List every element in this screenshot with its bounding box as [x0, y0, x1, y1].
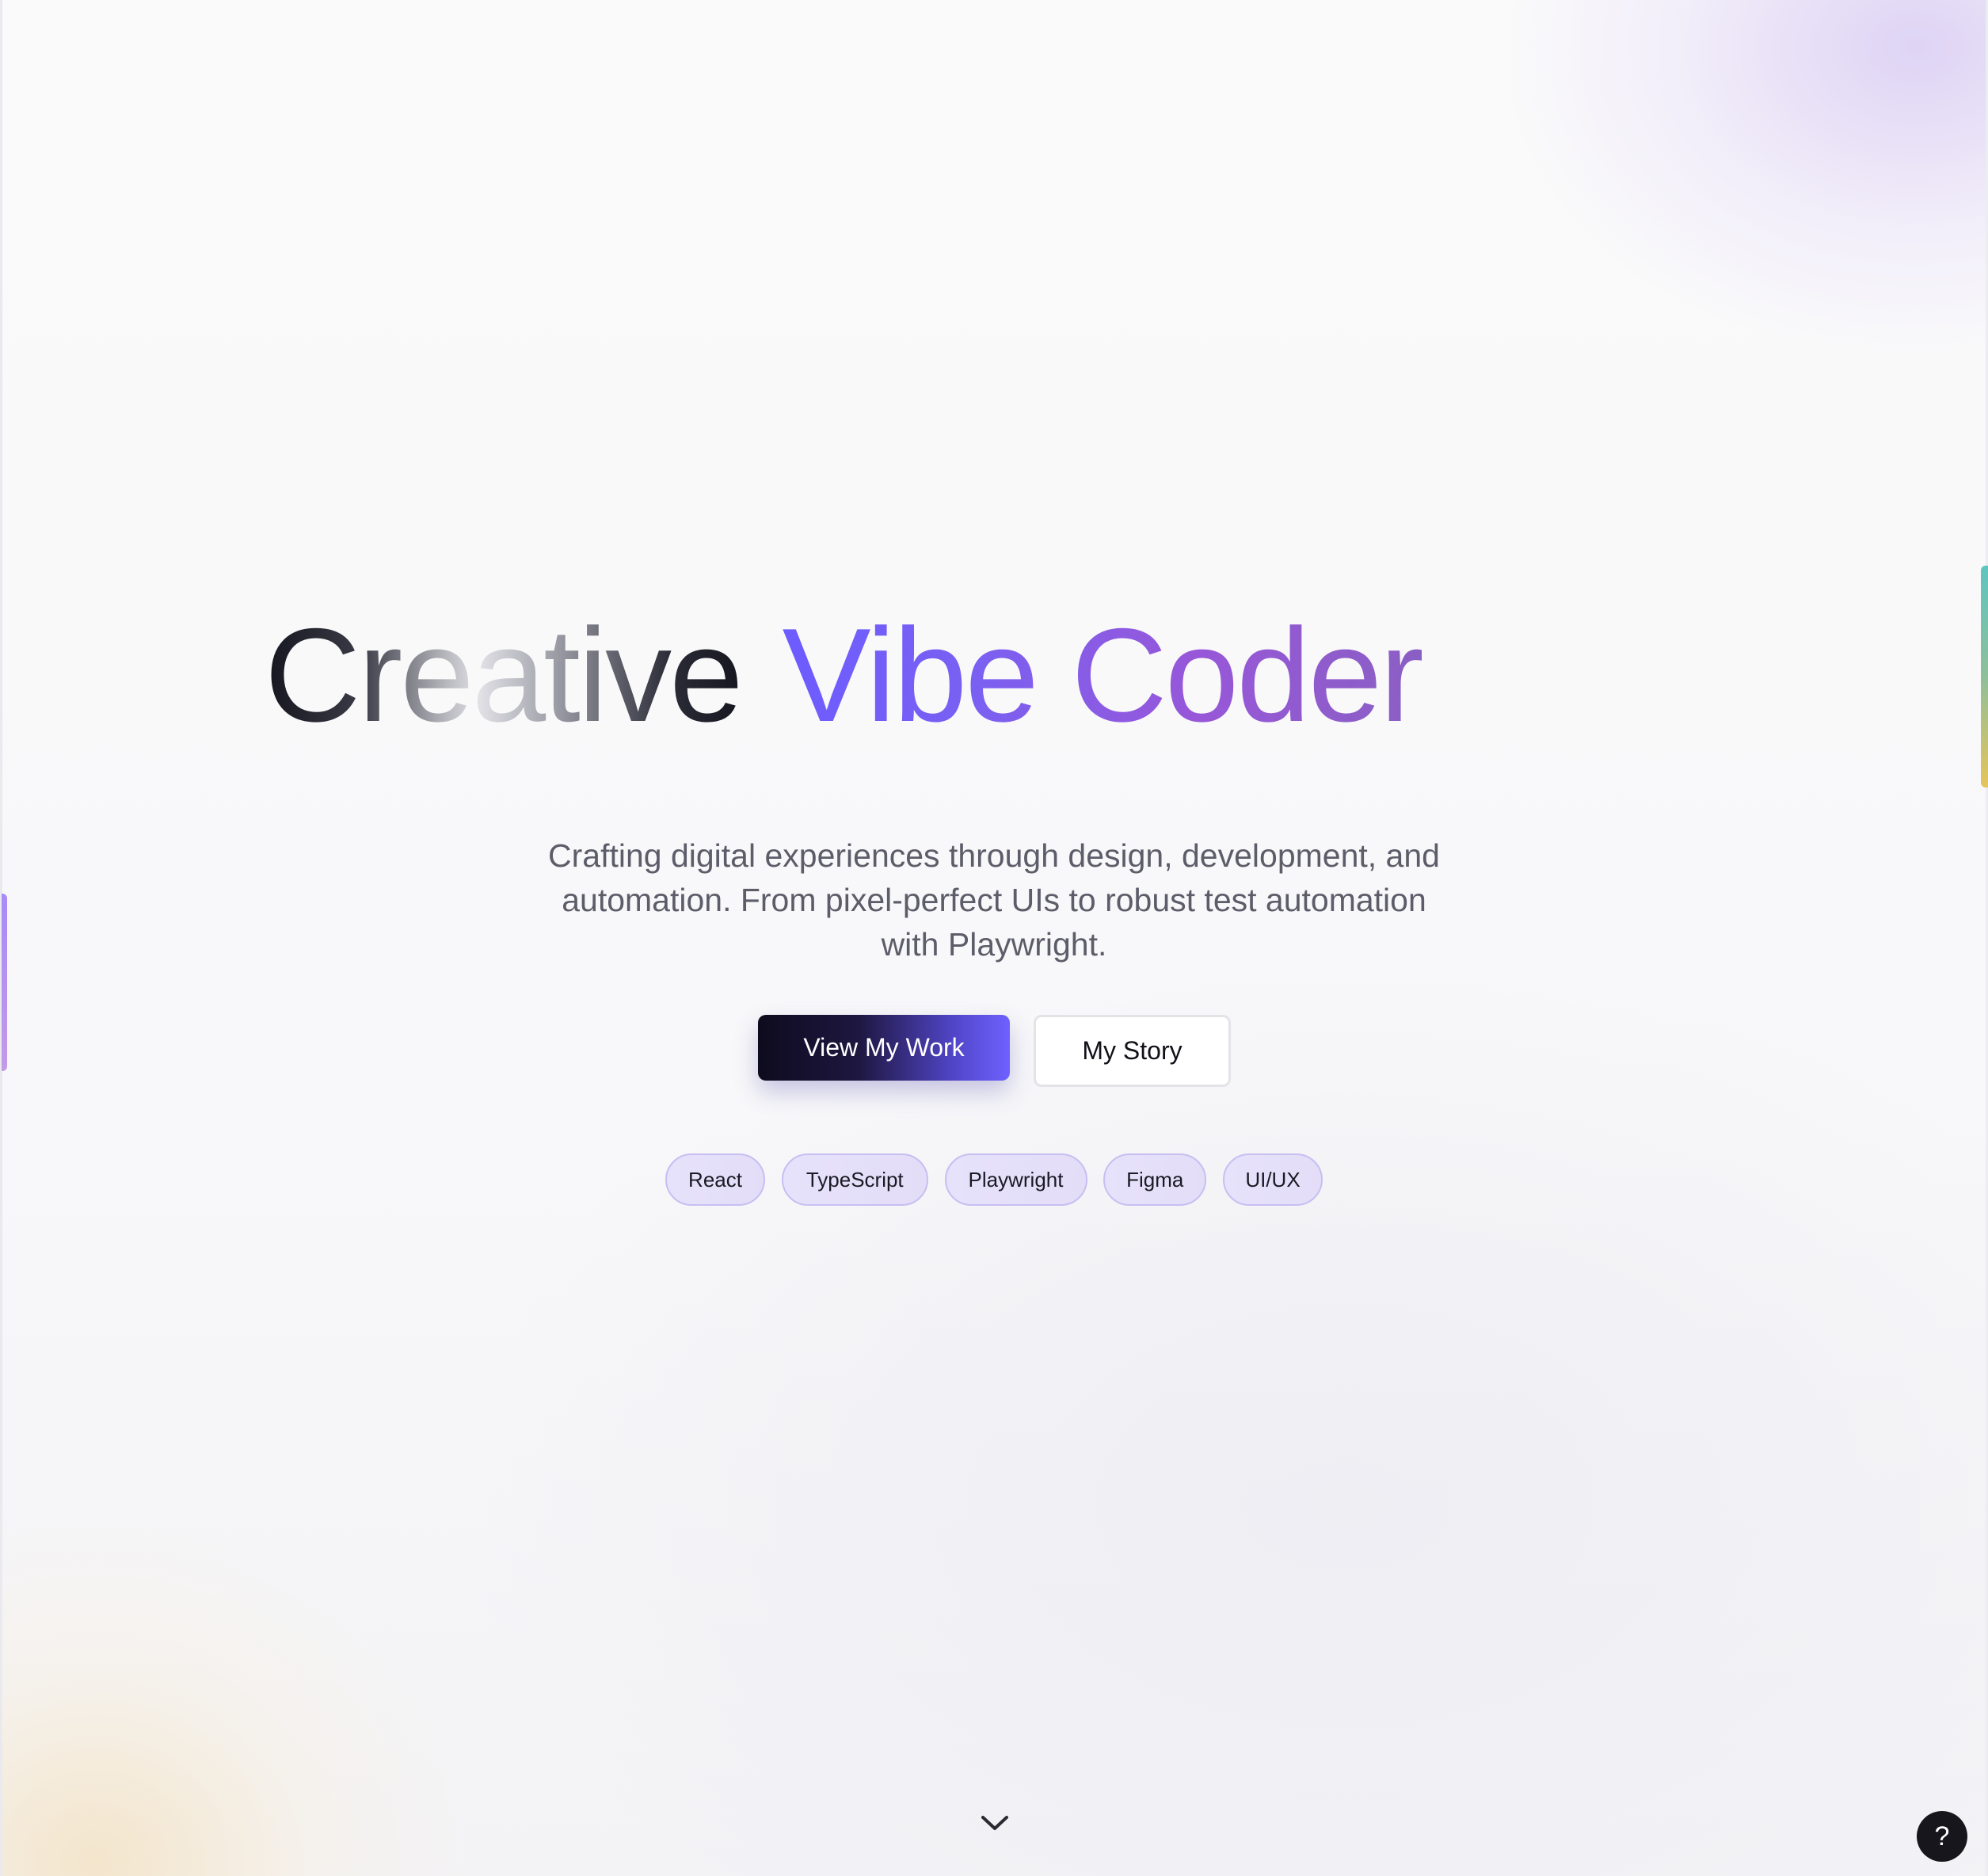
chevron-down-icon-svg: [981, 1816, 1008, 1830]
tag-figma: Figma: [1103, 1153, 1207, 1206]
tag-ui-ux: UI/UX: [1223, 1153, 1323, 1206]
help-button[interactable]: ?: [1917, 1811, 1967, 1862]
left-side-accent-bar: [2, 894, 7, 1071]
hero-title-vibe-coder: Vibe Coder: [782, 601, 1424, 749]
tag-typescript: TypeScript: [781, 1153, 928, 1206]
hero-title-creative: Creative: [265, 601, 744, 749]
my-story-button[interactable]: My Story: [1034, 1015, 1231, 1087]
tag-playwright: Playwright: [944, 1153, 1087, 1206]
hero-title: Creative Vibe Coder: [265, 596, 1424, 754]
right-side-accent-bar: [1981, 566, 1988, 787]
hero-subtitle: Crafting digital experiences through des…: [519, 833, 1469, 967]
hero-subtitle-line-2: automation. From pixel-perfect UIs to ro…: [562, 882, 1426, 918]
question-mark-icon: ?: [1934, 1821, 1950, 1851]
hero-subtitle-line-3: with Playwright.: [881, 926, 1107, 963]
chevron-down-icon[interactable]: [980, 1813, 1010, 1833]
tag-react: React: [665, 1153, 765, 1206]
view-my-work-button[interactable]: View My Work: [758, 1015, 1010, 1081]
skill-tags: React TypeScript Playwright Figma UI/UX: [665, 1153, 1323, 1207]
hero-subtitle-line-1: Crafting digital experiences through des…: [548, 837, 1440, 874]
